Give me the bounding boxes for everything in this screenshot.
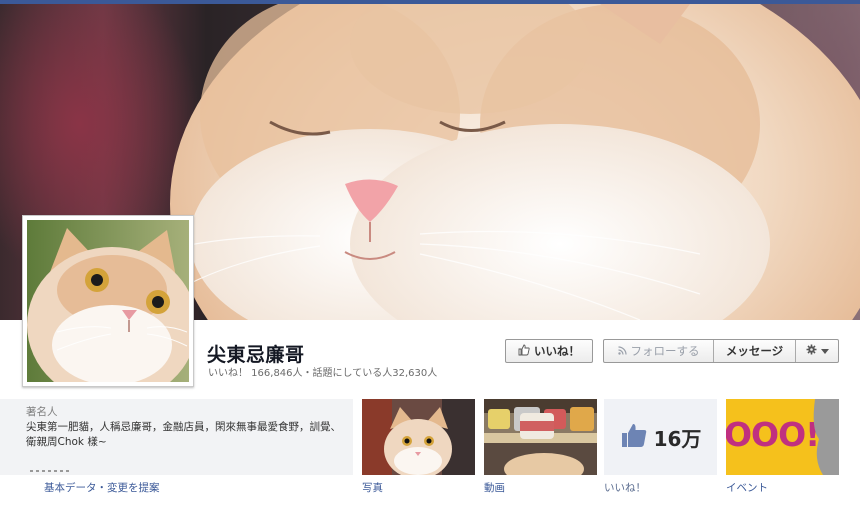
likes-link[interactable]: いいね！ xyxy=(604,480,646,495)
chevron-down-icon xyxy=(820,344,829,358)
like-button[interactable]: いいね！ xyxy=(505,339,593,363)
thumbs-up-icon xyxy=(518,344,530,359)
gear-icon xyxy=(806,344,817,358)
profile-picture[interactable] xyxy=(22,215,194,387)
like-button-label: いいね！ xyxy=(534,344,580,358)
action-button-group: フォローする メッセージ xyxy=(603,339,839,363)
photo-thumbnail xyxy=(362,399,475,475)
video-thumbnail xyxy=(484,399,597,475)
thumbs-up-icon xyxy=(620,422,648,452)
message-button-label: メッセージ xyxy=(725,344,784,358)
follow-button[interactable]: フォローする xyxy=(604,340,714,362)
cat-silhouette-image xyxy=(813,399,839,475)
page-title: 尖東忌廉哥 xyxy=(207,344,305,366)
message-button[interactable]: メッセージ xyxy=(714,340,796,362)
videos-tile[interactable] xyxy=(484,399,597,475)
about-divider xyxy=(30,470,70,472)
photos-tile[interactable] xyxy=(362,399,475,475)
videos-link[interactable]: 動画 xyxy=(484,480,505,495)
likes-tile[interactable]: 16万 xyxy=(604,399,717,475)
photos-link[interactable]: 写真 xyxy=(362,480,383,495)
events-link[interactable]: イベント xyxy=(726,480,768,495)
follow-button-label: フォローする xyxy=(630,344,700,358)
about-section: 著名人 尖東第一肥貓，人稱忌廉哥，金融店員，閑來無事最愛食野，訓覺、衛親周Cho… xyxy=(0,399,353,475)
about-category: 著名人 xyxy=(26,406,58,418)
likes-count: 16万 xyxy=(653,426,702,451)
about-link[interactable]: 基本データ・変更を提案 xyxy=(44,480,160,495)
profile-cat-image xyxy=(27,220,189,382)
page-stats: いいね！ 166,846人・話題にしている人32,630人 xyxy=(208,368,438,379)
settings-dropdown[interactable] xyxy=(796,340,838,362)
events-tile[interactable]: OOO!! xyxy=(726,399,839,475)
about-description: 尖東第一肥貓，人稱忌廉哥，金融店員，閑來無事最愛食野，訓覺、衛親周Chok 樣~ xyxy=(26,421,341,448)
rss-icon xyxy=(617,344,627,358)
